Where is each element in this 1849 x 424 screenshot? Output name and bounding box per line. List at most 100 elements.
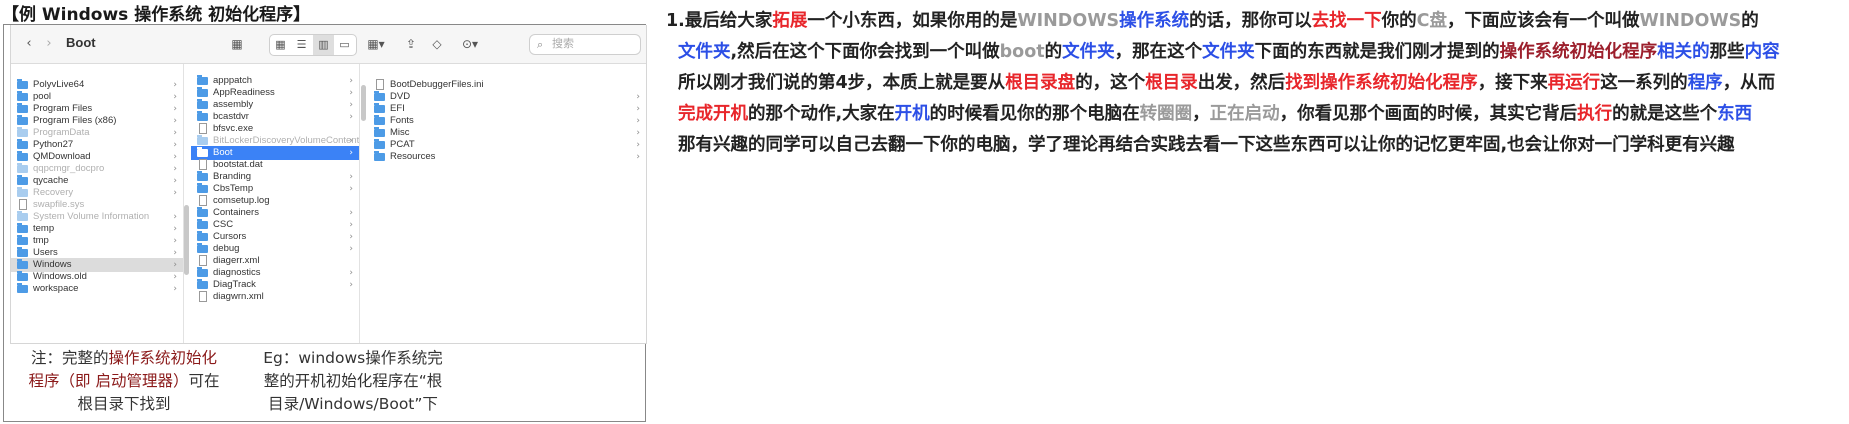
chevron-right-icon: ›: [636, 152, 640, 162]
highlighted-text: 程序: [1687, 73, 1723, 93]
folder-icon: [197, 147, 208, 157]
highlighted-text: 完成开机: [678, 104, 748, 124]
share-icon[interactable]: ⇪: [403, 34, 419, 54]
file-icon: [199, 159, 207, 170]
folder-icon: [17, 115, 28, 125]
icon-view-icon[interactable]: ▦: [270, 35, 291, 55]
tag-icon[interactable]: ◇: [429, 34, 445, 54]
view-mode-switcher: ▦ ☰ ▥ ▭: [269, 34, 357, 56]
highlighted-text: 执行: [1577, 104, 1613, 124]
paragraph-line: 完成开机的那个动作,大家在开机的时候看见你的那个电脑在转圈圈，正在启动，你看见那…: [678, 99, 1752, 130]
folder-icon: [17, 259, 28, 269]
window-title: Boot: [66, 35, 96, 50]
boot-folder-column: BootDebuggerFiles.ini DVD › EFI › Fonts › Misc ›…: [368, 64, 646, 343]
search-icon: ⌕: [537, 38, 544, 51]
highlighted-text: WINDOWS: [1017, 11, 1120, 31]
folder-icon: [17, 283, 28, 293]
folder-item[interactable]: Resources ›: [368, 150, 646, 164]
folder-icon: [17, 127, 28, 137]
text-segment: 1.最后给大家: [666, 11, 773, 31]
folder-icon: [17, 235, 28, 245]
text-segment: 这一系列的: [1600, 73, 1688, 93]
highlighted-text: boot: [999, 42, 1045, 62]
highlighted-text: 相关的: [1657, 42, 1710, 62]
finder-window: ‹ › Boot ▦ ▦ ☰ ▥ ▭ ▦▾ ⇪ ◇ ⊙▾ ⌕ 搜索 PolyvL…: [10, 25, 647, 344]
text-segment: 的，这个: [1075, 73, 1146, 93]
column-view-icon[interactable]: ▥: [313, 35, 334, 55]
highlighted-text: 文件夹: [1062, 42, 1115, 62]
text-segment: 那有兴趣的同学可以自己去翻一下你的电脑，学了理论再结合实践去看一下这些东西可以让…: [678, 135, 1735, 155]
folder-icon: [197, 207, 208, 217]
file-icon: [199, 291, 207, 302]
text-segment: ，接下来: [1477, 73, 1548, 93]
text-segment: ，从而: [1722, 73, 1776, 93]
gallery-view-icon[interactable]: ▭: [334, 35, 355, 55]
folder-icon: [197, 111, 208, 121]
file-icon: [199, 255, 207, 266]
text-segment: ，你看见那个画面的时候，其实它背后: [1279, 104, 1578, 124]
folder-icon: [197, 219, 208, 229]
folder-icon: [374, 151, 385, 161]
paragraph-line: 那有兴趣的同学可以自己去翻一下你的电脑，学了理论再结合实践去看一下这些东西可以让…: [678, 130, 1735, 161]
folder-icon: [17, 271, 28, 281]
folder-icon: [374, 115, 385, 125]
highlighted-text: 转圈圈: [1139, 104, 1193, 124]
text-segment: 一个小东西，如果你用的是: [807, 11, 1018, 31]
file-item[interactable]: diagwrn.xml: [191, 290, 359, 304]
folder-icon: [197, 171, 208, 181]
highlighted-text: C盘: [1416, 11, 1447, 31]
folder-icon: [17, 247, 28, 257]
text-segment: 的时候看见你的那个电脑在: [929, 104, 1140, 124]
scrollbar[interactable]: [361, 85, 366, 121]
highlighted-text: 拓展: [772, 11, 808, 31]
text-segment: 的: [1044, 42, 1063, 62]
text-segment: 下面的东西就是我们刚才提到的: [1254, 42, 1500, 62]
highlighted-text: 开机: [894, 104, 930, 124]
text-segment: ，下面应该会有一个叫做: [1446, 11, 1640, 31]
folder-icon: [17, 79, 28, 89]
file-icon: [199, 123, 207, 134]
chevron-right-icon: ›: [173, 284, 177, 294]
search-placeholder: 搜索: [552, 38, 574, 50]
text-segment: 的话，那你可以: [1189, 11, 1312, 31]
search-field[interactable]: ⌕ 搜索: [529, 34, 641, 55]
folder-icon: [17, 175, 28, 185]
folder-icon: [374, 127, 385, 137]
folder-icon: [197, 75, 208, 85]
note-prefix: 注：完整的: [30, 349, 109, 367]
forward-icon[interactable]: ›: [41, 34, 57, 54]
highlighted-text: 东西: [1717, 104, 1753, 124]
folder-icon: [197, 231, 208, 241]
group-by-icon[interactable]: ▦▾: [363, 34, 389, 54]
folder-icon: [374, 91, 385, 101]
text-segment: ，: [1192, 104, 1210, 124]
folder-icon: [197, 87, 208, 97]
paragraph-line: 1.最后给大家拓展一个小东西，如果你用的是WINDOWS操作系统的话，那你可以去…: [666, 6, 1759, 37]
highlighted-text: 去找一下: [1311, 11, 1382, 31]
text-segment: 的那个动作,大家在: [748, 104, 895, 124]
sidebar-toggle-icon[interactable]: ▦: [229, 34, 245, 54]
list-view-icon[interactable]: ☰: [291, 35, 312, 55]
item-name: Resources: [390, 151, 436, 162]
folder-icon: [374, 103, 385, 113]
text-segment: 那些: [1709, 42, 1745, 62]
back-icon[interactable]: ‹: [21, 34, 37, 54]
paragraph-line: 文件夹,然后在这个下面你会找到一个叫做boot的文件夹，那在这个文件夹下面的东西…: [678, 37, 1780, 68]
folder-icon: [197, 135, 208, 145]
more-actions-icon[interactable]: ⊙▾: [457, 34, 483, 54]
highlighted-text: 正在启动: [1209, 104, 1280, 124]
text-segment: ，那在这个: [1114, 42, 1203, 62]
folder-icon: [197, 243, 208, 253]
folder-icon: [197, 279, 208, 289]
scrollbar[interactable]: [184, 205, 189, 275]
finder-toolbar: ‹ › Boot ▦ ▦ ☰ ▥ ▭ ▦▾ ⇪ ◇ ⊙▾ ⌕ 搜索: [11, 25, 646, 64]
file-icon: [199, 195, 207, 206]
folder-item[interactable]: workspace ›: [11, 282, 183, 296]
text-segment: 出发，然后: [1197, 73, 1286, 93]
highlighted-text: 操作系统: [1119, 11, 1190, 31]
example-heading: 【例 Windows 操作系统 初始化程序】: [2, 5, 311, 25]
highlighted-text: WINDOWS: [1639, 11, 1742, 31]
item-name: diagwrn.xml: [213, 291, 264, 302]
text-segment: ,然后在这个下面你会找到一个叫做: [730, 42, 1000, 62]
folder-icon: [17, 103, 28, 113]
